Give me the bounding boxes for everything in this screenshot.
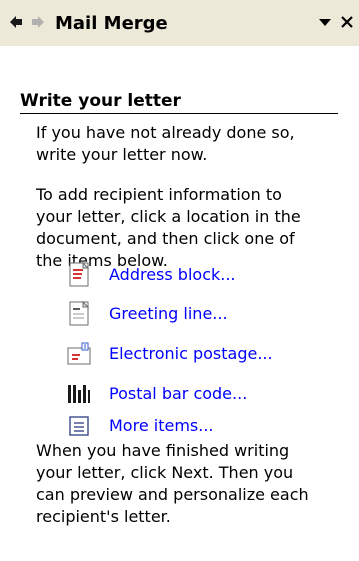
address-block-icon	[69, 262, 90, 287]
mail-merge-task-pane: Mail Merge Write your letter If you have…	[0, 0, 359, 561]
task-pane-title: Mail Merge	[55, 13, 168, 34]
more-items-label[interactable]: More items...	[109, 416, 214, 435]
more-items-icon	[69, 416, 89, 436]
greeting-line-label[interactable]: Greeting line...	[109, 304, 228, 323]
forward-arrow-icon[interactable]	[30, 14, 46, 30]
instruction-text: To add recipient information to your let…	[36, 185, 301, 270]
finish-text: When you have finished writing your lett…	[36, 441, 309, 526]
dropdown-triangle-icon[interactable]	[317, 14, 333, 30]
close-icon[interactable]	[338, 13, 356, 31]
address-block-label[interactable]: Address block...	[109, 265, 236, 284]
electronic-postage-label[interactable]: Electronic postage...	[109, 344, 273, 363]
postal-bar-code-icon	[68, 385, 90, 403]
back-arrow-icon[interactable]	[8, 14, 24, 30]
section-title: Write your letter	[20, 91, 181, 111]
intro-text: If you have not already done so, write y…	[36, 123, 295, 164]
electronic-postage-icon	[67, 342, 91, 365]
greeting-line-icon	[69, 301, 90, 326]
section-divider	[20, 113, 338, 114]
task-pane-header: Mail Merge	[0, 0, 359, 46]
postal-bar-code-label[interactable]: Postal bar code...	[109, 384, 247, 403]
